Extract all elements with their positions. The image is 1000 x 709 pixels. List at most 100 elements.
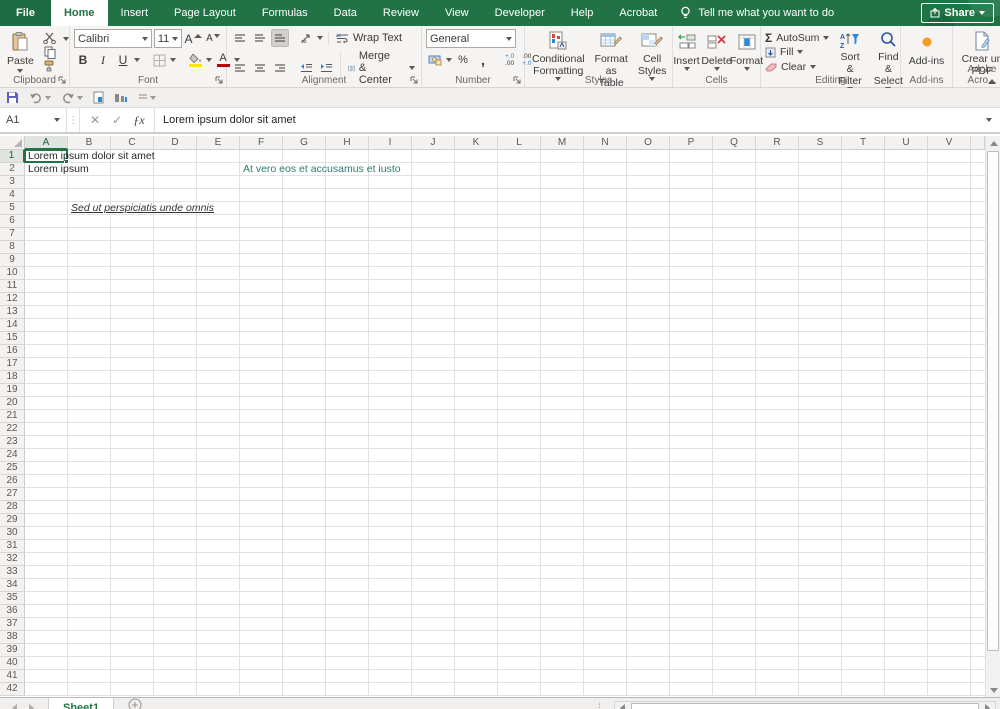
column-header-R[interactable]: R xyxy=(756,136,799,150)
row-header-11[interactable]: 11 xyxy=(0,280,25,293)
row-header-25[interactable]: 25 xyxy=(0,462,25,475)
menu-tab-developer[interactable]: Developer xyxy=(482,0,558,26)
menu-tab-insert[interactable]: Insert xyxy=(108,0,162,26)
column-header-D[interactable]: D xyxy=(154,136,197,150)
row-header-9[interactable]: 9 xyxy=(0,254,25,267)
row-header-8[interactable]: 8 xyxy=(0,241,25,254)
insert-function-button[interactable]: ƒx xyxy=(128,110,150,130)
column-header-J[interactable]: J xyxy=(412,136,455,150)
autosum-button[interactable]: Σ AutoSum xyxy=(765,31,829,44)
orientation-chevron-icon[interactable] xyxy=(317,36,323,40)
paste-button[interactable]: Paste xyxy=(4,29,37,75)
row-header-19[interactable]: 19 xyxy=(0,384,25,397)
column-header-M[interactable]: M xyxy=(541,136,584,150)
column-header-partial[interactable] xyxy=(971,136,985,150)
row-header-20[interactable]: 20 xyxy=(0,397,25,410)
row-header-3[interactable]: 3 xyxy=(0,176,25,189)
row-header-13[interactable]: 13 xyxy=(0,306,25,319)
undo-button[interactable] xyxy=(29,92,51,104)
row-header-4[interactable]: 4 xyxy=(0,189,25,202)
row-header-26[interactable]: 26 xyxy=(0,475,25,488)
menu-tab-help[interactable]: Help xyxy=(558,0,607,26)
row-header-1[interactable]: 1 xyxy=(0,150,25,163)
column-header-C[interactable]: C xyxy=(111,136,154,150)
row-header-7[interactable]: 7 xyxy=(0,228,25,241)
italic-button[interactable]: I xyxy=(94,51,112,69)
delete-cells-button[interactable]: Delete xyxy=(703,29,731,75)
row-header-30[interactable]: 30 xyxy=(0,527,25,540)
column-header-F[interactable]: F xyxy=(240,136,283,150)
row-header-29[interactable]: 29 xyxy=(0,514,25,527)
cell-F2[interactable]: At vero eos et accusamus et iusto xyxy=(240,163,401,176)
row-header-5[interactable]: 5 xyxy=(0,202,25,215)
accounting-format-button[interactable] xyxy=(426,51,444,69)
insert-cells-button[interactable]: Insert xyxy=(673,29,701,75)
row-header-32[interactable]: 32 xyxy=(0,553,25,566)
column-header-A[interactable]: A xyxy=(25,136,68,150)
row-header-6[interactable]: 6 xyxy=(0,215,25,228)
row-header-28[interactable]: 28 xyxy=(0,501,25,514)
grow-font-button[interactable]: A xyxy=(184,30,202,48)
column-header-V[interactable]: V xyxy=(928,136,971,150)
font-family-select[interactable]: Calibri xyxy=(74,29,152,48)
tabbar-resize-handle[interactable]: ⋮ xyxy=(595,702,605,709)
horizontal-scroll-thumb[interactable] xyxy=(631,703,979,709)
save-button[interactable] xyxy=(6,91,19,104)
increase-decimal-button[interactable]: +.0.00 xyxy=(502,52,517,68)
menu-tab-review[interactable]: Review xyxy=(370,0,432,26)
touch-mode-button[interactable] xyxy=(114,92,128,104)
column-header-E[interactable]: E xyxy=(197,136,240,150)
worksheet-grid[interactable]: ABCDEFGHIJKLMNOPQRSTUV 12345678910111213… xyxy=(0,136,985,696)
column-header-I[interactable]: I xyxy=(369,136,412,150)
conditional-formatting-button[interactable]: Conditional Formatting xyxy=(529,29,588,75)
menu-tab-data[interactable]: Data xyxy=(321,0,370,26)
column-header-Q[interactable]: Q xyxy=(713,136,756,150)
number-format-select[interactable]: General xyxy=(426,29,516,48)
copy-chevron-icon[interactable] xyxy=(63,37,69,41)
percent-button[interactable]: % xyxy=(454,51,472,69)
number-dialog-launcher[interactable] xyxy=(513,76,522,85)
share-button[interactable]: Share xyxy=(921,3,994,23)
menu-tab-page-layout[interactable]: Page Layout xyxy=(161,0,249,26)
accounting-chevron-icon[interactable] xyxy=(446,58,452,62)
horizontal-scrollbar[interactable] xyxy=(614,701,996,709)
cell-A1[interactable]: Lorem ipsum dolor sit amet xyxy=(25,150,155,163)
column-header-G[interactable]: G xyxy=(283,136,326,150)
vertical-scroll-thumb[interactable] xyxy=(987,151,999,651)
cell-styles-button[interactable]: Cell Styles xyxy=(635,29,670,75)
orientation-button[interactable]: ab xyxy=(297,29,315,47)
row-header-31[interactable]: 31 xyxy=(0,540,25,553)
column-header-B[interactable]: B xyxy=(68,136,111,150)
row-header-14[interactable]: 14 xyxy=(0,319,25,332)
customize-qat-button[interactable] xyxy=(138,93,156,102)
row-header-34[interactable]: 34 xyxy=(0,579,25,592)
scroll-down-button[interactable] xyxy=(986,683,1000,697)
redo-button[interactable] xyxy=(61,92,83,104)
row-header-38[interactable]: 38 xyxy=(0,631,25,644)
row-header-10[interactable]: 10 xyxy=(0,267,25,280)
cell-A2[interactable]: Lorem ipsum xyxy=(25,163,89,176)
row-header-18[interactable]: 18 xyxy=(0,371,25,384)
row-header-22[interactable]: 22 xyxy=(0,423,25,436)
clear-button[interactable]: Clear xyxy=(765,60,829,73)
format-cells-button[interactable]: Format xyxy=(733,29,761,75)
bottom-align-button[interactable] xyxy=(271,29,289,47)
underline-chevron-icon[interactable] xyxy=(134,58,140,62)
row-header-39[interactable]: 39 xyxy=(0,644,25,657)
formula-bar-resizer[interactable]: ⋮ xyxy=(66,108,80,132)
tell-me-box[interactable]: Tell me what you want to do xyxy=(680,0,834,26)
row-header-27[interactable]: 27 xyxy=(0,488,25,501)
vertical-scrollbar[interactable] xyxy=(985,136,1000,697)
column-header-K[interactable]: K xyxy=(455,136,498,150)
clipboard-dialog-launcher[interactable] xyxy=(58,76,67,85)
row-header-40[interactable]: 40 xyxy=(0,657,25,670)
row-header-21[interactable]: 21 xyxy=(0,410,25,423)
cell-B5[interactable]: Sed ut perspiciatis unde omnis xyxy=(68,202,214,215)
column-header-S[interactable]: S xyxy=(799,136,842,150)
workbook-view-button[interactable] xyxy=(93,91,104,104)
underline-button[interactable]: U xyxy=(114,51,132,69)
row-header-42[interactable]: 42 xyxy=(0,683,25,696)
name-box[interactable]: A1 xyxy=(0,108,66,132)
row-header-15[interactable]: 15 xyxy=(0,332,25,345)
cut-button[interactable] xyxy=(41,31,59,45)
